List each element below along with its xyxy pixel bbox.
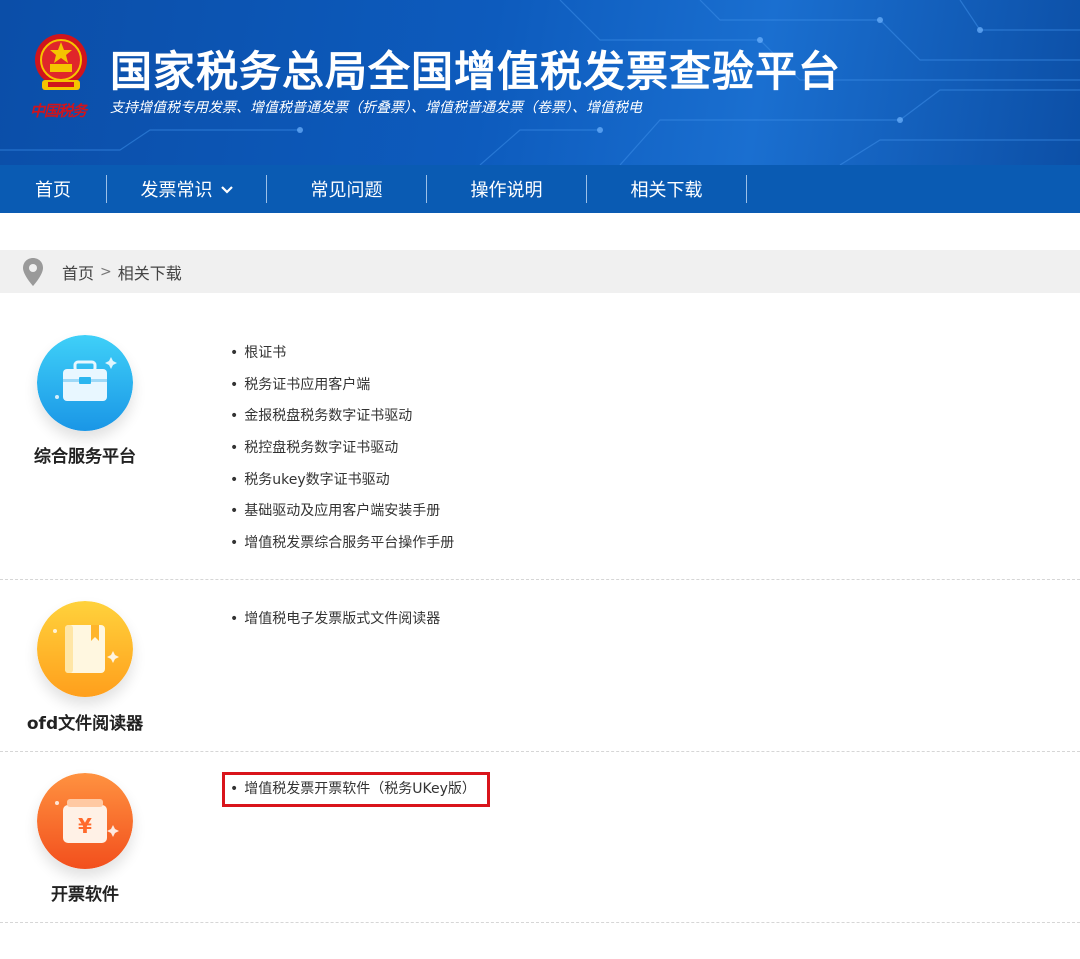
svg-text:¥: ¥ [78, 814, 92, 838]
nav-invoice-knowledge[interactable]: 发票常识 [107, 165, 266, 213]
download-link[interactable]: 税务ukey数字证书驱动 [230, 471, 454, 503]
nav-faq[interactable]: 常见问题 [267, 165, 426, 213]
download-link[interactable]: 增值税电子发票版式文件阅读器 [230, 610, 440, 642]
yuan-invoice-icon: ¥ [37, 773, 133, 869]
nav-downloads[interactable]: 相关下载 [587, 165, 746, 213]
section-service-platform: 综合服务平台 根证书 税务证书应用客户端 金报税盘税务数字证书驱动 税控盘税务数… [0, 293, 1080, 580]
main-nav: 首页 发票常识 常见问题 操作说明 相关下载 [0, 165, 1080, 213]
seal-text: 中国税务 [30, 102, 87, 120]
nav-home[interactable]: 首页 [0, 165, 106, 213]
nav-home-label: 首页 [35, 180, 71, 201]
chevron-down-icon [220, 183, 233, 198]
book-icon [37, 601, 133, 697]
national-emblem-icon [35, 34, 87, 90]
download-link[interactable]: 增值税发票综合服务平台操作手册 [230, 534, 454, 566]
page-subtitle: 支持增值税专用发票、增值税普通发票（折叠票）、增值税普通发票（卷票）、增值税电 [110, 100, 642, 116]
nav-downloads-label: 相关下载 [630, 180, 703, 201]
section-invoicing-software: ¥ 开票软件 增值税发票开票软件（税务UKey版） [0, 752, 1080, 923]
header-banner: 中国税务 国家税务总局全国增值税发票查验平台 支持增值税专用发票、增值税普通发票… [0, 0, 1080, 165]
section-ofd-reader: ofd文件阅读器 增值税电子发票版式文件阅读器 [0, 580, 1080, 752]
download-list: 根证书 税务证书应用客户端 金报税盘税务数字证书驱动 税控盘税务数字证书驱动 税… [230, 344, 454, 566]
nav-faq-label: 常见问题 [310, 180, 383, 201]
breadcrumb-current: 相关下载 [117, 263, 182, 283]
breadcrumb-separator: > [100, 263, 112, 280]
breadcrumb-home-link[interactable]: 首页 [62, 260, 94, 284]
breadcrumb: 首页 > 相关下载 [0, 250, 1080, 293]
download-link[interactable]: 税控盘税务数字证书驱动 [230, 439, 454, 471]
highlight-box [222, 772, 490, 807]
download-list: 增值税电子发票版式文件阅读器 [230, 610, 440, 642]
download-link[interactable]: 基础驱动及应用客户端安装手册 [230, 502, 454, 534]
location-pin-icon [23, 257, 43, 286]
download-link[interactable]: 根证书 [230, 344, 454, 376]
nav-invoice-knowledge-label: 发票常识 [140, 180, 213, 201]
download-link[interactable]: 金报税盘税务数字证书驱动 [230, 407, 454, 439]
section-title: 综合服务平台 [34, 447, 136, 467]
nav-instructions[interactable]: 操作说明 [427, 165, 586, 213]
nav-divider [746, 175, 747, 203]
briefcase-icon [37, 335, 133, 431]
download-link[interactable]: 税务证书应用客户端 [230, 376, 454, 408]
nav-instructions-label: 操作说明 [470, 180, 543, 201]
page-title: 国家税务总局全国增值税发票查验平台 [110, 47, 842, 96]
section-title: ofd文件阅读器 [26, 714, 144, 734]
section-title: 开票软件 [51, 885, 119, 905]
